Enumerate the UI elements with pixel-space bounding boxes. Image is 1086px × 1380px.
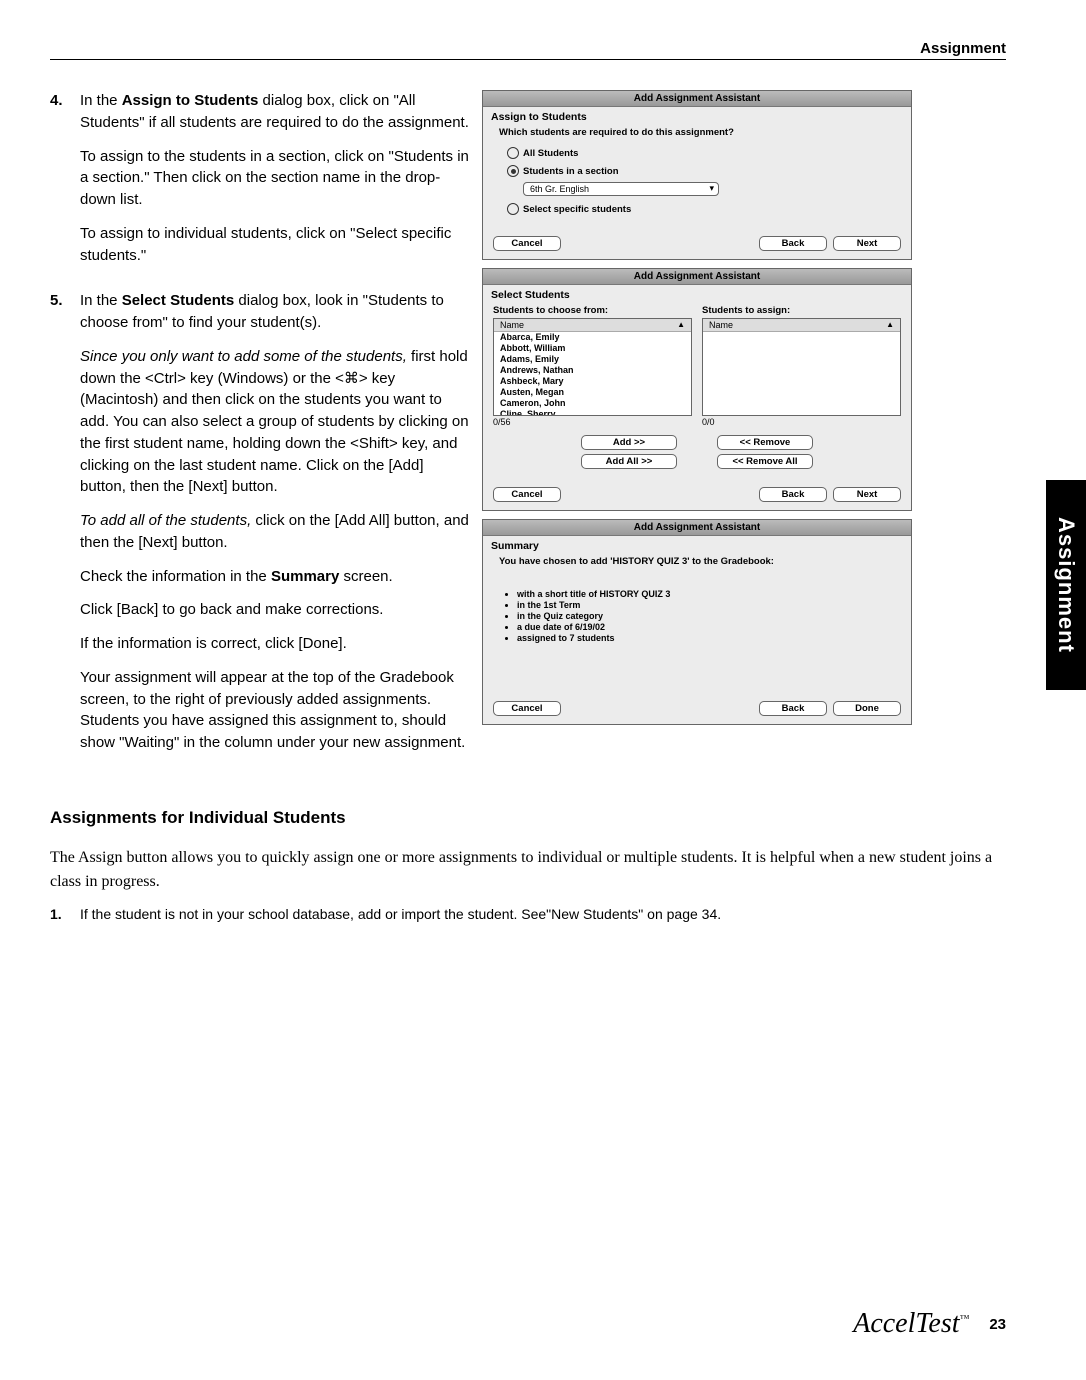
- next-button[interactable]: Next: [833, 236, 901, 251]
- sort-arrow-icon[interactable]: ▲: [886, 320, 894, 330]
- dialog-title: Add Assignment Assistant: [483, 520, 911, 536]
- dialog-summary: Add Assignment Assistant Summary You hav…: [482, 519, 912, 725]
- radio-icon: [507, 165, 519, 177]
- students-choose-list[interactable]: Name▲ Abarca, Emily Abbott, William Adam…: [493, 318, 692, 416]
- back-button[interactable]: Back: [759, 701, 827, 716]
- add-all-button[interactable]: Add All >>: [581, 454, 677, 469]
- step5-para3: To add all of the students, click on the…: [80, 510, 470, 554]
- cancel-button[interactable]: Cancel: [493, 701, 561, 716]
- radio-icon: [507, 203, 519, 215]
- step5-para7: Your assignment will appear at the top o…: [80, 667, 470, 754]
- summary-item: with a short title of HISTORY QUIZ 3: [517, 589, 891, 599]
- step5-para5: Click [Back] to go back and make correct…: [80, 599, 470, 621]
- summary-item: assigned to 7 students: [517, 633, 891, 643]
- list-item[interactable]: Abarca, Emily: [494, 332, 691, 343]
- page-number: 23: [989, 1316, 1006, 1333]
- radio-all-students[interactable]: All Students: [483, 144, 911, 162]
- page-header: Assignment: [50, 40, 1006, 60]
- step5-para1: In the Select Students dialog box, look …: [80, 290, 470, 334]
- logo: AccelTest™: [853, 1308, 969, 1340]
- section-heading: Assignments for Individual Students: [50, 808, 1006, 828]
- list-item[interactable]: Cline, Sherry: [494, 409, 691, 416]
- list-item[interactable]: Cameron, John: [494, 398, 691, 409]
- dialog1-question: Which students are required to do this a…: [483, 125, 911, 144]
- done-button[interactable]: Done: [833, 701, 901, 716]
- step-number-1: 1.: [50, 906, 70, 934]
- side-tab: Assignment: [1046, 480, 1086, 690]
- sort-arrow-icon[interactable]: ▲: [677, 320, 685, 330]
- step5-para6: If the information is correct, click [Do…: [80, 633, 470, 655]
- list-item[interactable]: Adams, Emily: [494, 354, 691, 365]
- summary-item: a due date of 6/19/02: [517, 622, 891, 632]
- step5-para2: Since you only want to add some of the s…: [80, 346, 470, 498]
- radio-students-in-section[interactable]: Students in a section: [483, 162, 911, 180]
- step-number-5: 5.: [50, 290, 70, 766]
- summary-bullets: with a short title of HISTORY QUIZ 3 in …: [483, 582, 911, 674]
- cancel-button[interactable]: Cancel: [493, 487, 561, 502]
- radio-select-specific[interactable]: Select specific students: [483, 200, 911, 218]
- step4-para1: In the Assign to Students dialog box, cl…: [80, 90, 470, 134]
- dialog3-intro: You have chosen to add 'HISTORY QUIZ 3' …: [483, 554, 911, 573]
- dialog-select-students: Add Assignment Assistant Select Students…: [482, 268, 912, 511]
- list-item[interactable]: Ashbeck, Mary: [494, 376, 691, 387]
- step5-para4: Check the information in the Summary scr…: [80, 566, 470, 588]
- step4-para2: To assign to the students in a section, …: [80, 146, 470, 211]
- step-number-4: 4.: [50, 90, 70, 278]
- right-counter: 0/0: [702, 416, 901, 431]
- summary-item: in the 1st Term: [517, 600, 891, 610]
- section-body: The Assign button allows you to quickly …: [50, 846, 1006, 894]
- dialog-title: Add Assignment Assistant: [483, 91, 911, 107]
- list-item[interactable]: Austen, Megan: [494, 387, 691, 398]
- dialog2-header: Select Students: [483, 285, 911, 303]
- cancel-button[interactable]: Cancel: [493, 236, 561, 251]
- section2-step1: If the student is not in your school dat…: [80, 906, 721, 922]
- dialog-assign-to-students: Add Assignment Assistant Assign to Stude…: [482, 90, 912, 260]
- left-list-label: Students to choose from:: [493, 303, 692, 318]
- next-button[interactable]: Next: [833, 487, 901, 502]
- students-assign-list[interactable]: Name▲: [702, 318, 901, 416]
- back-button[interactable]: Back: [759, 236, 827, 251]
- dialog3-header: Summary: [483, 536, 911, 554]
- dialog-title: Add Assignment Assistant: [483, 269, 911, 285]
- remove-all-button[interactable]: << Remove All: [717, 454, 813, 469]
- left-counter: 0/56: [493, 416, 692, 431]
- dialog1-header: Assign to Students: [483, 107, 911, 125]
- list-item[interactable]: Abbott, William: [494, 343, 691, 354]
- step4-para3: To assign to individual students, click …: [80, 223, 470, 267]
- radio-icon: [507, 147, 519, 159]
- back-button[interactable]: Back: [759, 487, 827, 502]
- list-item[interactable]: Andrews, Nathan: [494, 365, 691, 376]
- remove-button[interactable]: << Remove: [717, 435, 813, 450]
- add-button[interactable]: Add >>: [581, 435, 677, 450]
- section-dropdown[interactable]: 6th Gr. English: [523, 182, 719, 196]
- summary-item: in the Quiz category: [517, 611, 891, 621]
- right-list-label: Students to assign:: [702, 303, 901, 318]
